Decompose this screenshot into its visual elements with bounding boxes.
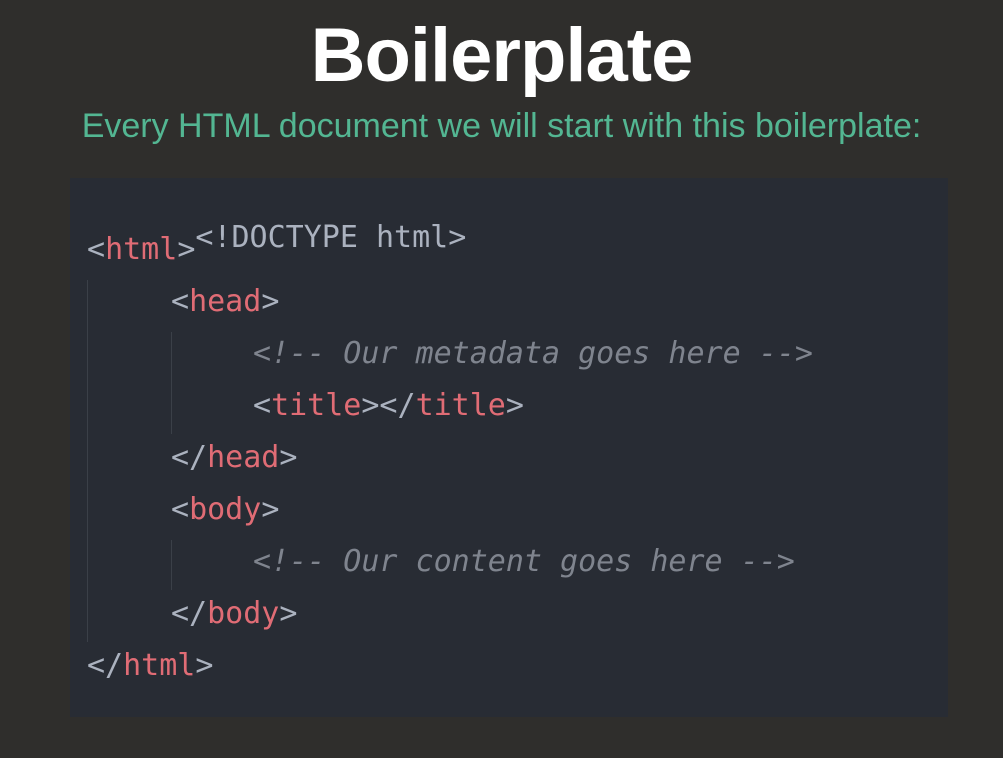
doctype-declaration: <!DOCTYPE html>	[195, 220, 467, 255]
metadata-comment: <!-- Our metadata goes here -->	[253, 336, 813, 371]
bracket: >	[261, 284, 280, 319]
tag-name-title-close: title	[415, 388, 506, 423]
bracket: >	[195, 648, 214, 683]
slide: Boilerplate Every HTML document we will …	[0, 0, 1003, 758]
bracket: >	[279, 440, 298, 475]
code-line-html-open: <html>	[87, 230, 195, 282]
bracket: </	[171, 440, 208, 475]
tag-name-html-close: html	[123, 648, 196, 683]
code-line-doctype: <!DOCTYPE html>	[87, 178, 466, 255]
bracket: >	[261, 492, 280, 527]
bracket: <	[171, 492, 190, 527]
bracket: </	[87, 648, 124, 683]
bracket: <	[253, 388, 272, 423]
indent-guide-html	[87, 280, 88, 642]
code-line-metadata-comment: <!-- Our metadata goes here -->	[253, 334, 813, 386]
indent-guide-head	[171, 332, 172, 434]
tag-name-title-open: title	[271, 388, 362, 423]
code-line-head-close: </head>	[171, 438, 297, 490]
bracket: </	[171, 596, 208, 631]
code-line-html-close: </html>	[87, 646, 213, 698]
bracket: ></	[361, 388, 416, 423]
tag-name-html: html	[105, 232, 178, 267]
slide-title: Boilerplate	[310, 13, 694, 98]
slide-subtitle: Every HTML document we will start with t…	[81, 107, 922, 145]
code-block: <!DOCTYPE html> <html> <head> <!-- Our m…	[70, 178, 948, 717]
code-line-body-close: </body>	[171, 594, 297, 646]
content-comment: <!-- Our content goes here -->	[253, 544, 795, 579]
code-line-body-open: <body>	[171, 490, 279, 542]
code-line-head-open: <head>	[171, 282, 279, 334]
tag-name-head: head	[189, 284, 262, 319]
bracket: >	[279, 596, 298, 631]
indent-guide-body	[171, 540, 172, 590]
tag-name-head-close: head	[207, 440, 280, 475]
bracket: <	[171, 284, 190, 319]
bracket: >	[177, 232, 196, 267]
code-line-content-comment: <!-- Our content goes here -->	[253, 542, 795, 594]
bracket: >	[505, 388, 524, 423]
code-line-title: <title></title>	[253, 386, 524, 438]
bracket: <	[87, 232, 106, 267]
tag-name-body-close: body	[207, 596, 280, 631]
tag-name-body: body	[189, 492, 262, 527]
